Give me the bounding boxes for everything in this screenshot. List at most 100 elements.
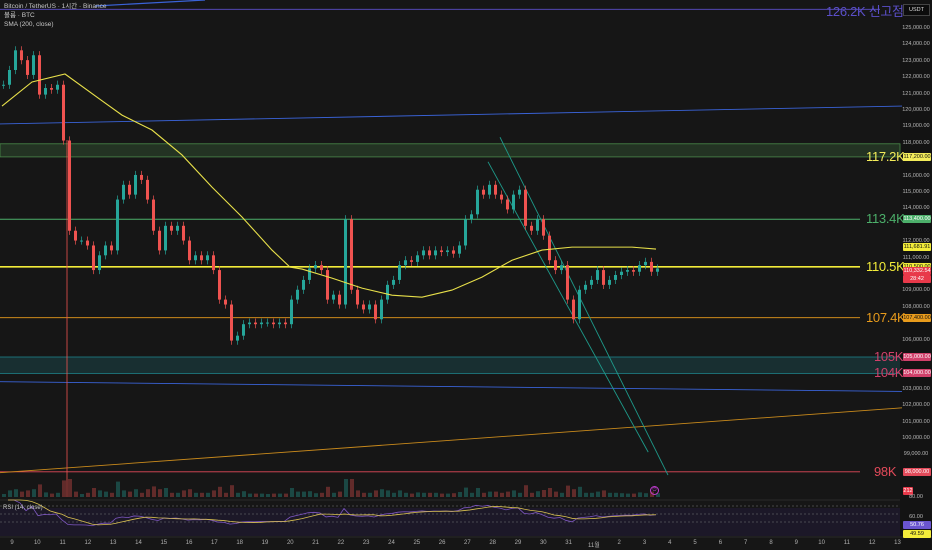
- candle-body: [452, 250, 455, 254]
- rsi-legend[interactable]: RSI (14, close): [3, 505, 43, 511]
- candle-body: [146, 179, 149, 200]
- volume-bar: [380, 489, 384, 497]
- rsi-axis-60: 60.00: [909, 514, 923, 520]
- candle-body: [284, 322, 287, 325]
- date-label: 19: [261, 540, 269, 546]
- candle-body: [506, 199, 509, 210]
- trendline-top-blue: [94, 0, 206, 7]
- candle: [596, 265, 599, 285]
- volume-bar: [230, 485, 234, 497]
- candle: [572, 295, 575, 324]
- volume-bar: [518, 492, 522, 497]
- candle-body: [458, 245, 461, 254]
- date-label: 9: [794, 540, 798, 546]
- price-axis-label: 103,000.00: [902, 385, 930, 392]
- candle-body: [386, 284, 389, 300]
- candle-body: [86, 240, 89, 246]
- candle-body: [122, 184, 125, 200]
- candle: [116, 195, 119, 255]
- candle-body: [530, 225, 533, 231]
- volume-bar: [140, 492, 144, 497]
- date-label: 12: [868, 540, 876, 546]
- candle-body: [68, 140, 71, 231]
- candle: [398, 261, 401, 285]
- currency-button[interactable]: USDT: [903, 4, 930, 16]
- candle: [380, 295, 383, 324]
- volume-bar: [146, 489, 150, 497]
- price-axis-label: 120,000.00: [902, 107, 930, 113]
- alert-icon[interactable]: ⏱: [650, 486, 659, 495]
- volume-bar: [206, 492, 210, 497]
- candle: [38, 51, 41, 99]
- candle: [590, 275, 593, 289]
- candle-body: [626, 270, 629, 272]
- candle-body: [38, 55, 41, 95]
- level-label: 98K: [874, 463, 897, 479]
- candle: [602, 265, 605, 289]
- level-label: 113.4K: [866, 211, 905, 227]
- candle-body: [44, 88, 47, 95]
- chart-legend: Bitcoin / TetherUS · 1시간 · Binance 볼륨 · …: [4, 2, 107, 29]
- candle: [482, 185, 485, 199]
- candle-body: [428, 250, 431, 256]
- candle: [218, 265, 221, 304]
- candle: [584, 280, 587, 294]
- candle: [146, 175, 149, 204]
- candle-body: [80, 240, 83, 242]
- candle-body: [92, 245, 95, 271]
- candle-body: [272, 322, 275, 325]
- candle: [98, 251, 101, 275]
- candle: [80, 236, 83, 245]
- volume-bar: [110, 492, 114, 497]
- candle: [428, 246, 431, 260]
- zone-117k: [0, 143, 901, 158]
- volume-bar: [194, 492, 198, 497]
- volume-bar: [614, 492, 618, 497]
- candle-body: [152, 199, 155, 231]
- candle: [302, 275, 305, 294]
- candle: [446, 246, 449, 257]
- price-chart[interactable]: [0, 0, 932, 550]
- volume-bar: [566, 485, 570, 497]
- candle-body: [20, 50, 23, 61]
- candle: [254, 318, 257, 329]
- date-label: 26: [438, 540, 446, 546]
- volume-bar: [284, 493, 288, 497]
- sma-legend[interactable]: SMA (200, close): [4, 20, 107, 29]
- volume-bar: [104, 491, 108, 497]
- candle: [200, 251, 203, 265]
- volume-bar: [596, 491, 600, 497]
- rsi-axis-80: 80.00: [909, 494, 923, 500]
- volume-bar: [32, 489, 36, 497]
- candle: [458, 241, 461, 258]
- date-label: 24: [388, 540, 395, 546]
- candle: [44, 83, 47, 99]
- candle-body: [548, 235, 551, 261]
- candle: [128, 180, 131, 199]
- candle-body: [206, 255, 209, 261]
- last-price-tag: 110,332.54: [903, 266, 931, 275]
- price-axis-label: 124,000.00: [902, 41, 930, 48]
- candle: [230, 300, 233, 345]
- trendline-blue-lower: [0, 381, 903, 392]
- volume-bar: [524, 485, 528, 497]
- price-tag: 107,400.00: [903, 313, 931, 322]
- zone-105k-104k: [0, 357, 900, 374]
- candle: [170, 221, 173, 235]
- volume-legend[interactable]: 볼륨 · BTC: [4, 11, 107, 20]
- candle-body: [140, 174, 143, 180]
- volume-bar: [584, 492, 588, 497]
- candle-body: [362, 304, 365, 310]
- symbol-legend[interactable]: Bitcoin / TetherUS · 1시간 · Binance: [4, 2, 107, 11]
- candle: [578, 285, 581, 324]
- candle-body: [608, 279, 611, 285]
- candle-body: [410, 260, 413, 262]
- candle-body: [332, 294, 335, 300]
- candle: [164, 221, 167, 255]
- date-label: 15: [160, 540, 168, 546]
- candle: [188, 236, 191, 265]
- candle-body: [650, 261, 653, 272]
- candle-body: [620, 271, 623, 275]
- price-axis-label: 121,000.00: [902, 90, 930, 97]
- date-label: 8: [769, 540, 773, 546]
